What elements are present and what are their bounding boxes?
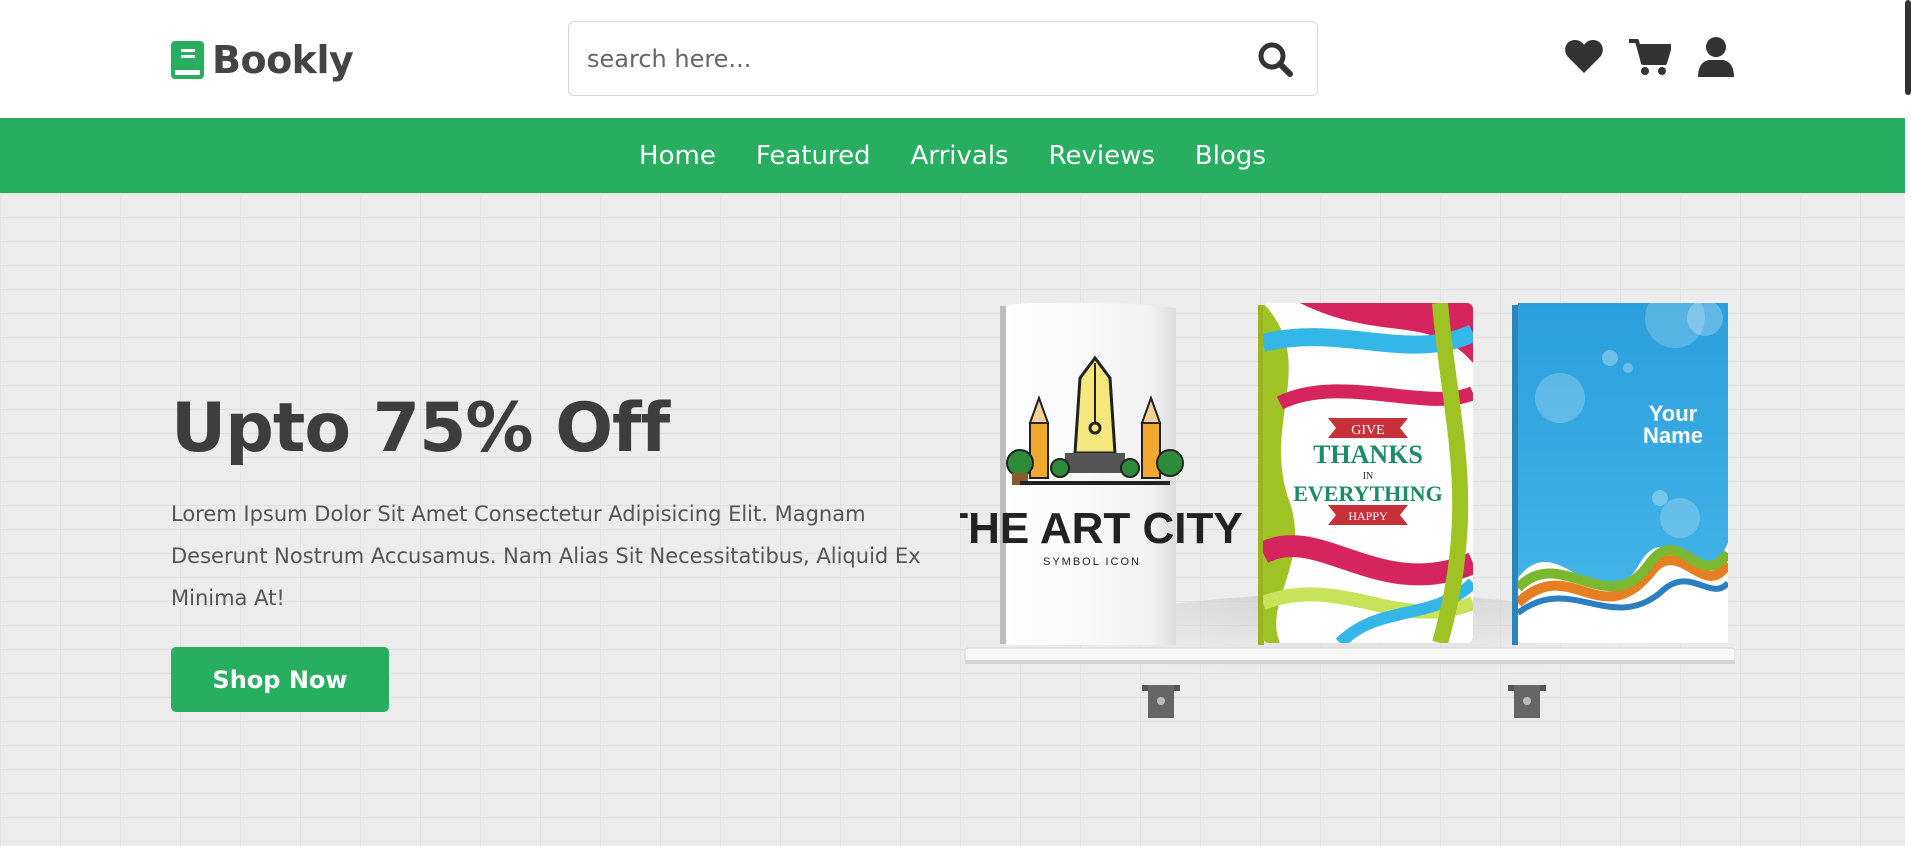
heart-icon [1565,40,1603,73]
book-cover-give-thanks: GIVE THANKS IN EVERYTHING HAPPY [1258,303,1473,645]
nav-item-arrivals[interactable]: Arrivals [911,141,1009,171]
scrollbar[interactable] [1905,0,1911,95]
book-cover-art-city: THE ART CITY SYMBOL ICON [960,303,1243,645]
search-button[interactable] [1253,37,1297,81]
wishlist-button[interactable] [1563,36,1605,78]
search-box [568,21,1318,96]
nav-item-featured[interactable]: Featured [756,141,871,171]
user-icon [1698,37,1734,77]
book2-line5: HAPPY [1348,509,1388,523]
book2-line2: THANKS [1313,440,1423,469]
book-icon [171,41,204,79]
account-button[interactable] [1695,36,1737,78]
main-nav: Home Featured Arrivals Reviews Blogs [0,118,1905,193]
book-cover-your-name: Your Name [1512,303,1728,645]
search-input[interactable] [587,44,1253,73]
book1-subtitle: SYMBOL ICON [1043,556,1141,568]
nav-item-home[interactable]: Home [639,141,716,171]
hero-description: Lorem Ipsum Dolor Sit Amet Consectetur A… [171,502,921,610]
book3-line2: Name [1643,423,1703,448]
book1-title: THE ART CITY [960,504,1243,553]
brand-name: Bookly [212,38,354,82]
shop-now-button[interactable]: Shop Now [171,647,389,712]
cart-button[interactable] [1629,36,1671,78]
hero-section: Upto 75% Off Lorem Ipsum Dolor Sit Amet … [0,193,1905,846]
books-shelf-image: THE ART CITY SYMBOL ICON GIVE THANKS IN … [960,303,1735,723]
nav-item-reviews[interactable]: Reviews [1049,141,1155,171]
brand-logo[interactable]: Bookly [171,38,354,82]
book2-line1: GIVE [1351,423,1384,438]
cart-icon [1629,39,1671,75]
search-icon [1258,42,1293,77]
site-header: Bookly [0,0,1911,118]
header-icons [1563,36,1737,78]
nav-item-blogs[interactable]: Blogs [1195,141,1266,171]
book2-line4: EVERYTHING [1293,481,1443,506]
hero-title: Upto 75% Off [171,389,670,468]
